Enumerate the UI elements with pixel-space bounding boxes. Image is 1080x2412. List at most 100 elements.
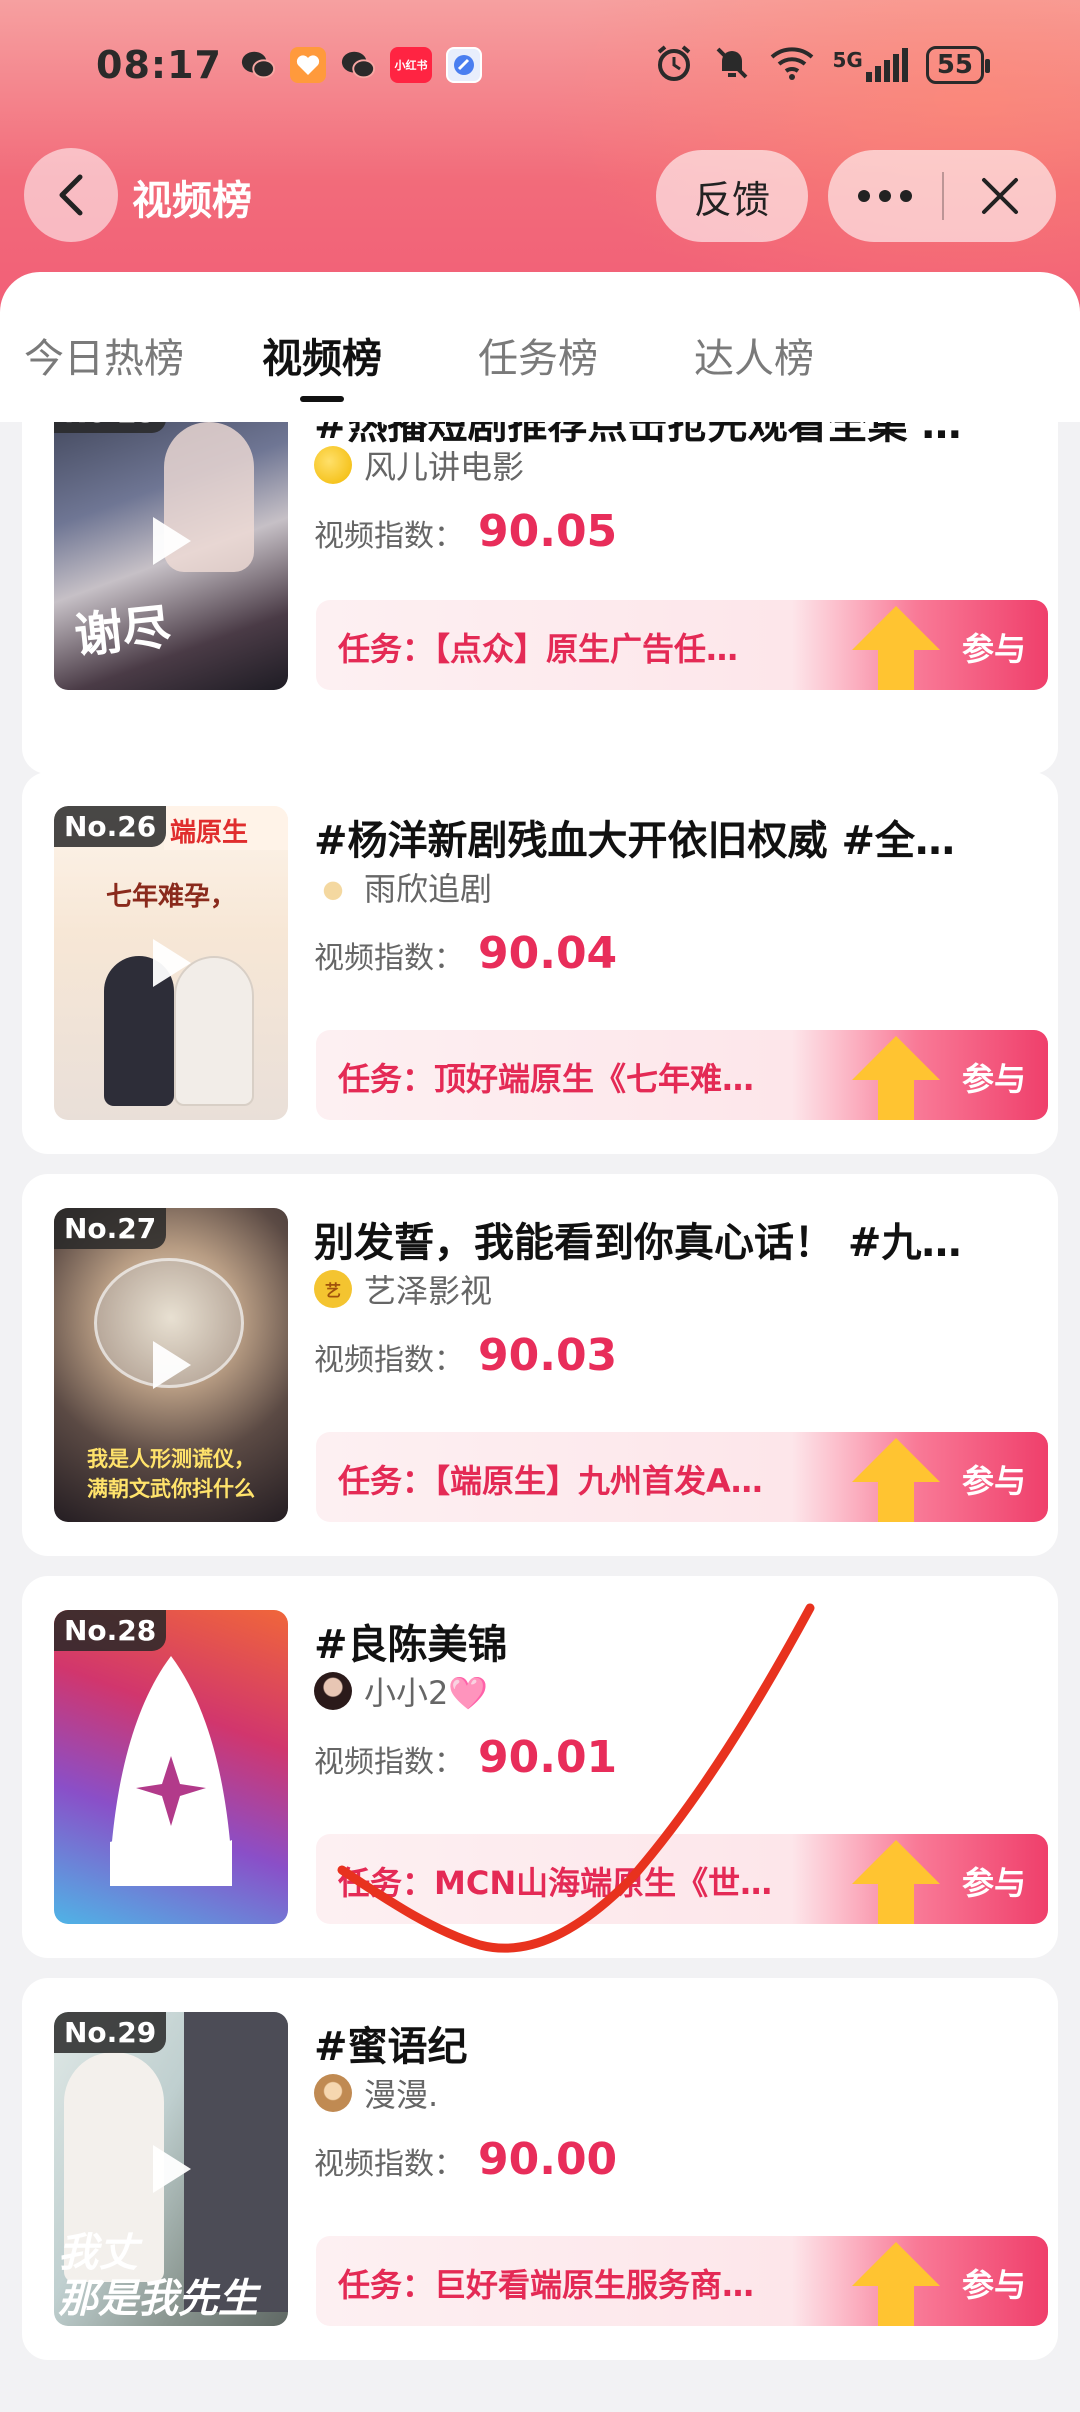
- task-text: 任务：【点众】原生广告任…: [338, 630, 739, 668]
- rank-badge: No.25: [54, 422, 167, 433]
- index-value: 90.03: [478, 1330, 618, 1381]
- poster-caption: 七年难孕，: [105, 882, 236, 912]
- video-title[interactable]: #良陈美锦: [314, 1612, 1014, 1670]
- join-button[interactable]: 参与: [962, 1456, 1026, 1502]
- list-item[interactable]: 我丈 那是我先生 No.29 #蜜语纪 漫漫. 视频指数： 90.00 任务：巨好…: [22, 1978, 1058, 2360]
- poster-tag: 端原生: [164, 806, 288, 850]
- avatar: [314, 2074, 352, 2112]
- play-icon: [153, 517, 191, 565]
- video-thumbnail[interactable]: 七年难孕， 端原生 No.26: [54, 806, 288, 1120]
- poster-caption: 我丈 那是我先生: [58, 2230, 258, 2322]
- list-item[interactable]: 我是人形测谎仪， 满朝文武你抖什么 No.27 别发誓，我能看到你真心话！ #九……: [22, 1174, 1058, 1556]
- battery-indicator: 55: [925, 46, 991, 84]
- index-value: 90.01: [478, 1732, 618, 1783]
- system-icons: 5G 55: [654, 43, 991, 87]
- index-label: 视频指数：: [314, 1343, 464, 1378]
- feedback-button[interactable]: 反馈: [656, 150, 808, 242]
- index-label: 视频指数：: [314, 1745, 464, 1780]
- task-text: 任务：顶好端原生《七年难…: [338, 1060, 755, 1098]
- author-name: 漫漫.: [364, 2076, 439, 2114]
- author-name: 小小2🩷: [364, 1674, 489, 1712]
- close-button[interactable]: [944, 150, 1056, 242]
- xiaohongshu-icon: 小红书: [389, 47, 432, 83]
- list-item[interactable]: No.28 #良陈美锦 小小2🩷 视频指数： 90.01 任务：MCN山海端原生…: [22, 1576, 1058, 1958]
- back-button[interactable]: [24, 148, 118, 242]
- video-thumbnail[interactable]: No.28: [54, 1610, 288, 1924]
- poster-caption: 我是人形测谎仪， 满朝文武你抖什么: [87, 1447, 255, 1501]
- video-index: 视频指数： 90.03: [314, 1330, 617, 1381]
- rank-badge: No.26: [54, 806, 167, 847]
- play-icon: [153, 1341, 191, 1389]
- blue-app-icon: [445, 47, 482, 83]
- mute-icon: [712, 43, 752, 87]
- up-arrow-icon: [852, 606, 940, 690]
- video-title[interactable]: 别发誓，我能看到你真心话！ #九…: [314, 1210, 1014, 1268]
- author[interactable]: 雨欣追剧: [314, 864, 492, 910]
- author-name: 雨欣追剧: [364, 870, 493, 908]
- heart-app-icon: [289, 47, 326, 83]
- task-bar[interactable]: 任务：【端原生】九州首发A… 参与: [316, 1432, 1048, 1522]
- join-button[interactable]: 参与: [962, 624, 1026, 670]
- more-button[interactable]: [828, 150, 942, 242]
- close-icon: [982, 178, 1018, 214]
- task-bar[interactable]: 任务：【点众】原生广告任… 参与: [316, 600, 1048, 690]
- index-label: 视频指数：: [314, 2147, 464, 2182]
- up-arrow-icon: [852, 2242, 940, 2326]
- video-thumbnail[interactable]: 我是人形测谎仪， 满朝文武你抖什么 No.27: [54, 1208, 288, 1522]
- list-item[interactable]: 七年难孕， 端原生 No.26 #杨洋新剧残血大开依旧权威 #全… 雨欣追剧 视…: [22, 772, 1058, 1154]
- join-button[interactable]: 参与: [962, 1054, 1026, 1100]
- notification-icons: 小红书: [240, 47, 482, 83]
- wifi-icon: [770, 45, 814, 85]
- author[interactable]: 风儿讲电影: [314, 442, 524, 488]
- tab-video-rank[interactable]: 视频榜: [262, 326, 382, 384]
- wechat-icon: [240, 47, 276, 83]
- video-index: 视频指数： 90.01: [314, 1732, 617, 1783]
- page-title: 视频榜: [132, 178, 252, 224]
- rank-badge: No.27: [54, 1208, 167, 1249]
- more-dots-icon: [858, 190, 912, 202]
- rank-badge: No.28: [54, 1610, 167, 1651]
- app-logo-icon: [110, 1656, 232, 1886]
- video-thumbnail[interactable]: 谢尽 No.25: [54, 422, 288, 690]
- index-value: 90.05: [478, 506, 618, 557]
- author[interactable]: 小小2🩷: [314, 1668, 488, 1714]
- video-index: 视频指数： 90.05: [314, 506, 617, 557]
- author[interactable]: 艺 艺泽影视: [314, 1266, 492, 1312]
- author[interactable]: 漫漫.: [314, 2070, 438, 2116]
- tab-today-hot[interactable]: 今日热榜: [24, 326, 184, 384]
- video-title[interactable]: #蜜语纪: [314, 2014, 1014, 2072]
- list-item[interactable]: 谢尽 No.25 #热播短剧推荐点击抢先观看全集 … 风儿讲电影 视频指数： 9…: [22, 422, 1058, 774]
- play-icon: [153, 939, 191, 987]
- join-button[interactable]: 参与: [962, 2260, 1026, 2306]
- tab-task-rank[interactable]: 任务榜: [478, 326, 598, 384]
- tab-creator-rank[interactable]: 达人榜: [694, 326, 814, 384]
- alarm-icon: [654, 43, 694, 87]
- author-name: 风儿讲电影: [364, 448, 525, 486]
- poster-calligraphy: 谢尽: [71, 599, 174, 665]
- active-tab-indicator: [300, 396, 344, 402]
- video-rank-list[interactable]: 谢尽 No.25 #热播短剧推荐点击抢先观看全集 … 风儿讲电影 视频指数： 9…: [0, 422, 1080, 2412]
- task-text: 任务：MCN山海端原生《世…: [338, 1864, 773, 1902]
- rank-badge: No.29: [54, 2012, 167, 2053]
- up-arrow-icon: [852, 1840, 940, 1924]
- play-icon: [153, 2145, 191, 2193]
- task-bar[interactable]: 任务：MCN山海端原生《世… 参与: [316, 1834, 1048, 1924]
- join-button[interactable]: 参与: [962, 1858, 1026, 1904]
- tabs-bar: 今日热榜 视频榜 任务榜 达人榜: [0, 272, 1080, 422]
- signal-icon: 5G: [832, 48, 908, 82]
- avatar: [314, 1672, 352, 1710]
- video-thumbnail[interactable]: 我丈 那是我先生 No.29: [54, 2012, 288, 2326]
- video-title[interactable]: #杨洋新剧残血大开依旧权威 #全…: [314, 808, 1014, 866]
- video-index: 视频指数： 90.00: [314, 2134, 617, 2185]
- network-type: 5G: [832, 48, 863, 72]
- avatar: [314, 868, 352, 906]
- task-text: 任务：【端原生】九州首发A…: [338, 1462, 763, 1500]
- title-bar: 视频榜 反馈: [0, 148, 1080, 244]
- chevron-left-icon: [59, 174, 83, 216]
- avatar: [314, 446, 352, 484]
- mini-program-capsule: [828, 150, 1056, 242]
- status-time: 08:17: [96, 43, 222, 87]
- avatar: 艺: [314, 1270, 352, 1308]
- task-bar[interactable]: 任务：顶好端原生《七年难… 参与: [316, 1030, 1048, 1120]
- task-bar[interactable]: 任务：巨好看端原生服务商&… 参与: [316, 2236, 1048, 2326]
